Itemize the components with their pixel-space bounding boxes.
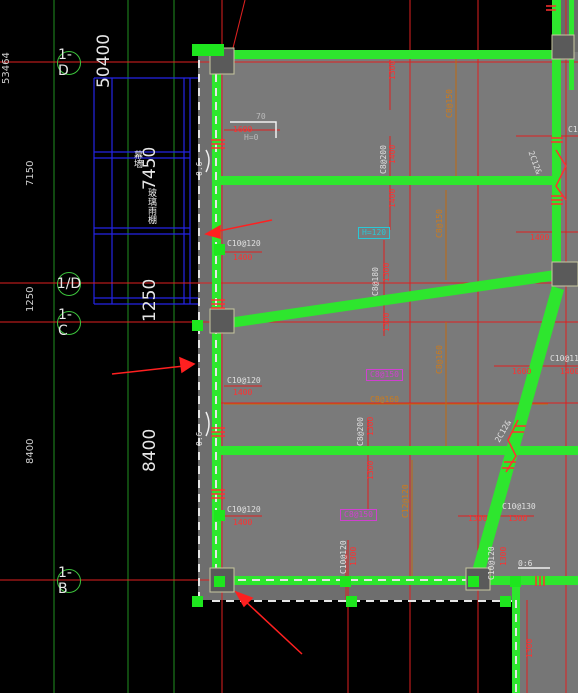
lower-right-slab [512,580,578,693]
distribution-label[interactable]: C12@120 [401,484,410,518]
axis-bubble-1c[interactable]: 1-C [57,307,81,339]
beam-upper [212,176,552,185]
rebar-length: 1400 [233,518,253,527]
rebar-label[interactable]: C8@180 [371,267,380,296]
rebar-label[interactable]: C10@120 [227,506,261,514]
offset-tag: 0.6 [195,161,204,176]
rebar-length: 1300 [382,312,391,332]
rebar-length: 1300 [382,262,391,282]
rebar-label[interactable]: C10@130 [502,503,536,511]
offset-tag: 0:6 [518,559,533,568]
span-dimension-large-2: 1250 [140,278,160,322]
rebar-length: 1400 [560,367,578,376]
rebar-length: 1400 [388,188,397,208]
rebar-label[interactable]: C10@120 [487,546,496,580]
structural-drawing[interactable] [0,0,578,693]
rebar-length: 1300 [508,514,528,523]
axis-bubble-1d[interactable]: 1-D [57,47,81,79]
rebar-length: 1400 [388,144,397,164]
rebar-length: 1400 [233,253,253,262]
wall-note: H=0 [244,133,259,142]
rebar-length: 1300 [349,546,358,566]
rebar-label[interactable]: C10@110 [550,355,578,363]
slab-fills [198,0,578,693]
canopy-label: 玻璃雨棚 [146,188,156,224]
rebar-label[interactable]: C10@120 [339,540,348,574]
distribution-label[interactable]: C8@150 [435,209,444,238]
axis-bubble-1-slash-d[interactable]: 1/D [57,272,81,296]
span-dimension-large-1: 7450 [140,146,160,190]
rebar-length: 1300 [366,416,375,436]
span-dimension-large-3: 8400 [140,428,160,472]
offset-tag: 0.6 [195,431,204,446]
rebar-label[interactable]: C10@120 [568,126,578,134]
height-tag[interactable]: H=120 [358,227,391,239]
slab-tag[interactable]: C8@150 [366,369,403,381]
column-1c [209,308,235,334]
rebar-length: 1600 [512,367,532,376]
overall-dimension-small: 53464 [1,52,12,84]
rebar-length: 1300 [366,460,375,480]
rebar-length: 1300 [388,60,397,80]
distribution-label[interactable]: C8@160 [370,396,399,404]
rebar-label[interactable]: C8@200 [379,145,388,174]
rebar-length: 1300 [525,638,534,658]
rebar-label[interactable]: C8@200 [356,417,365,446]
distribution-label[interactable]: C8@150 [445,89,454,118]
rebar-length: 1400 [233,388,253,397]
rebar-length: 1300 [468,514,488,523]
cad-viewport[interactable]: 1-D 1/D 1-C 1-B 53464 7150 1250 8400 504… [0,0,578,693]
rebar-length: 1400 [530,233,550,242]
overall-dimension-large: 50400 [94,33,114,88]
span-dimension-small-2: 1250 [25,286,36,312]
rebar-label[interactable]: C10@120 [227,240,261,248]
span-dimension-small-3: 8400 [25,438,36,464]
rebar-length: 1300 [499,546,508,566]
note-tag: 70 [256,112,266,121]
beam-middle [212,446,578,455]
span-dimension-small-1: 7150 [25,160,36,186]
canopy-label-small: 幕墙 [132,150,142,168]
rebar-label[interactable]: C10@120 [227,377,261,385]
beam-top [212,50,554,59]
slab-tag[interactable]: C8@150 [340,509,377,521]
column-top-right [551,34,575,60]
axis-bubble-1b[interactable]: 1-B [57,565,81,597]
distribution-label[interactable]: C8@160 [435,345,444,374]
column-right [551,261,578,287]
